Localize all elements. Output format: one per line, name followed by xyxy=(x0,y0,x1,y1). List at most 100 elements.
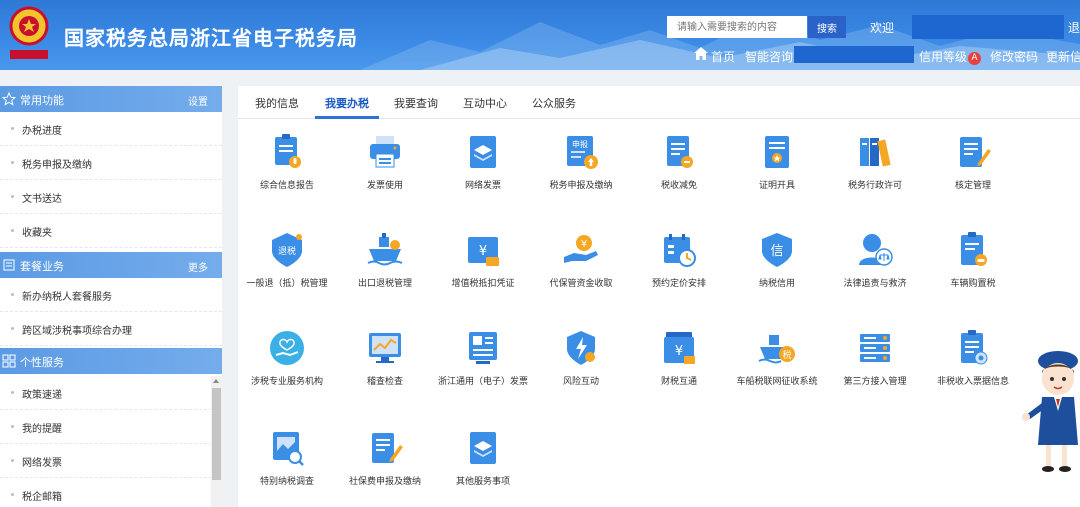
tab-tax-handling[interactable]: 我要办税 xyxy=(325,95,369,111)
tile-comprehensive-report[interactable]: 综合信息报告 xyxy=(238,133,336,223)
nav-smart-consult[interactable]: 智能咨询 xyxy=(745,48,793,65)
tile-risk-interaction[interactable]: 风险互动 xyxy=(532,329,630,419)
tile-general-refund[interactable]: 退税 一般退（抵）税管理 xyxy=(238,231,336,321)
sidebar-item-label: 政策速递 xyxy=(22,390,62,401)
monitor-chart-icon xyxy=(369,333,401,363)
nav-home[interactable]: 首页 xyxy=(711,48,735,65)
sidebar-item-label: 网络发票 xyxy=(22,458,62,469)
sidebar-item-cross-region[interactable]: 跨区域涉税事项综合办理 xyxy=(0,312,222,346)
scroll-up-arrow-icon[interactable] xyxy=(213,379,219,383)
tile-label: 一般退（抵）税管理 xyxy=(246,279,328,289)
sidebar-item-network-invoice[interactable]: 网络发票 xyxy=(0,444,222,478)
tile-finance-tax-link[interactable]: ¥ 财税互通 xyxy=(630,329,728,419)
tile-label: 代保管资金收取 xyxy=(549,279,613,289)
document-mic-icon xyxy=(275,134,301,168)
section-title: 常用功能 xyxy=(20,94,64,107)
sidebar-item-label: 办税进度 xyxy=(22,126,62,137)
tile-vessel-tax-system[interactable]: 税 车船税联网征收系统 xyxy=(728,329,826,419)
bullet xyxy=(11,493,14,496)
tile-professional-agencies[interactable]: 涉税专业服务机构 xyxy=(238,329,336,419)
tile-label: 第三方接入管理 xyxy=(843,377,907,387)
tile-label: 涉税专业服务机构 xyxy=(250,377,323,387)
tile-third-party-access[interactable]: 第三方接入管理 xyxy=(826,329,924,419)
tile-other-services[interactable]: 其他服务事项 xyxy=(434,429,532,507)
sidebar-item-declaration[interactable]: 税务申报及缴纳 xyxy=(0,146,222,180)
tile-tax-credit[interactable]: 信 纳税信用 xyxy=(728,231,826,321)
tax-reduction-icon xyxy=(667,136,693,168)
sidebar-item-mailbox[interactable]: 税企邮箱 xyxy=(0,478,222,507)
sidebar-item-favorites[interactable]: 收藏夹 xyxy=(0,214,222,248)
printer-icon xyxy=(370,136,400,168)
sidebar-scroll-thumb[interactable] xyxy=(212,388,221,480)
tile-vat-deduction[interactable]: ¥ 增值税抵扣凭证 xyxy=(434,231,532,321)
sidebar-item-reminders[interactable]: 我的提醒 xyxy=(0,410,222,444)
bullet xyxy=(11,391,14,394)
tab-bar: 我的信息 我要办税 我要查询 互动中心 公众服务 xyxy=(238,86,1080,119)
user-name-box[interactable] xyxy=(912,15,1064,39)
refund-badge-text: 退税 xyxy=(278,245,296,257)
sidebar-item-documents[interactable]: 文书送达 xyxy=(0,180,222,214)
search-button[interactable]: 搜索 xyxy=(808,16,846,38)
tile-administrative-license[interactable]: 税务行政许可 xyxy=(826,133,924,223)
tile-label: 网络发票 xyxy=(464,181,501,191)
sidebar-item-label: 新办纳税人套餐服务 xyxy=(22,292,112,303)
assistant-mascot[interactable] xyxy=(1020,345,1080,475)
tab-public-service[interactable]: 公众服务 xyxy=(532,95,576,111)
tile-label: 税务行政许可 xyxy=(847,181,902,191)
more-link[interactable]: 更多 xyxy=(188,259,208,274)
tile-assessment-management[interactable]: 核定管理 xyxy=(924,133,1022,223)
tile-label: 出口退税管理 xyxy=(357,279,412,289)
bullet xyxy=(11,195,14,198)
section-title: 个性服务 xyxy=(20,356,64,369)
tile-zhejiang-e-invoice[interactable]: 浙江通用（电子）发票 xyxy=(434,329,532,419)
tile-certificate-issue[interactable]: 证明开具 xyxy=(728,133,826,223)
settings-link[interactable]: 设置 xyxy=(188,93,208,108)
star-icon xyxy=(2,92,16,106)
logout-link[interactable]: 退 xyxy=(1068,19,1080,36)
tile-special-investigation[interactable]: 特别纳税调查 xyxy=(238,429,336,507)
active-tab-indicator xyxy=(315,116,379,119)
sidebar-item-progress[interactable]: 办税进度 xyxy=(0,112,222,146)
tile-inspection[interactable]: 稽查检查 xyxy=(336,329,434,419)
declaration-upload-icon: 申报 xyxy=(567,136,598,169)
sidebar-item-label: 税务申报及缴纳 xyxy=(22,160,92,171)
tile-legal-remedy[interactable]: 法律追责与救济 xyxy=(826,231,924,321)
invoice-grid-icon xyxy=(469,332,497,364)
finance-badge-text: ¥ xyxy=(675,344,683,359)
tab-my-info[interactable]: 我的信息 xyxy=(255,95,299,111)
tile-custody-funds[interactable]: ¥ 代保管资金收取 xyxy=(532,231,630,321)
search-input[interactable] xyxy=(667,16,807,38)
tile-tax-reduction[interactable]: 税收减免 xyxy=(630,133,728,223)
tile-advance-pricing[interactable]: 预约定价安排 xyxy=(630,231,728,321)
vehicle-tax-icon xyxy=(961,232,987,266)
tile-label: 风险互动 xyxy=(562,377,599,387)
binders-icon xyxy=(860,138,891,167)
tab-query[interactable]: 我要查询 xyxy=(394,95,438,111)
top-header: 国家税务总局浙江省电子税务局 搜索 欢迎 退 首页 智能咨询 信用等级A 修改密… xyxy=(0,0,1080,70)
bullet xyxy=(11,127,14,130)
tile-non-tax-receipts[interactable]: 非税收入票据信息 xyxy=(924,329,1022,419)
heart-hand-icon xyxy=(270,331,304,365)
tile-vehicle-tax[interactable]: 车辆购置税 xyxy=(924,231,1022,321)
tile-export-refund[interactable]: 出口退税管理 xyxy=(336,231,434,321)
justice-icon xyxy=(859,234,893,266)
tile-invoice-use[interactable]: 发票使用 xyxy=(336,133,434,223)
tile-label: 特别纳税调查 xyxy=(259,477,314,487)
bullet xyxy=(11,293,14,296)
sidebar: 常用功能 设置 办税进度 税务申报及缴纳 文书送达 收藏夹 套餐业务 更多 新办… xyxy=(0,86,222,507)
tile-label: 车辆购置税 xyxy=(950,279,996,289)
home-icon[interactable] xyxy=(694,47,708,60)
nav-credit-level[interactable]: 信用等级 A xyxy=(919,48,982,65)
sidebar-item-policy[interactable]: 政策速递 xyxy=(0,376,222,410)
tile-social-security[interactable]: 社保费申报及缴纳 xyxy=(336,429,434,507)
nav-update-info[interactable]: 更新信 xyxy=(1046,48,1080,65)
tab-interaction[interactable]: 互动中心 xyxy=(463,95,507,111)
ship-icon xyxy=(367,233,403,266)
tile-network-invoice[interactable]: 网络发票 xyxy=(434,133,532,223)
sidebar-item-label: 税企邮箱 xyxy=(22,492,62,503)
tile-tax-declaration[interactable]: 申报 税务申报及缴纳 xyxy=(532,133,630,223)
nav-change-password[interactable]: 修改密码 xyxy=(990,48,1038,65)
invoice-layers-icon xyxy=(470,136,496,168)
sidebar-item-new-taxpayer[interactable]: 新办纳税人套餐服务 xyxy=(0,278,222,312)
bullet xyxy=(11,161,14,164)
